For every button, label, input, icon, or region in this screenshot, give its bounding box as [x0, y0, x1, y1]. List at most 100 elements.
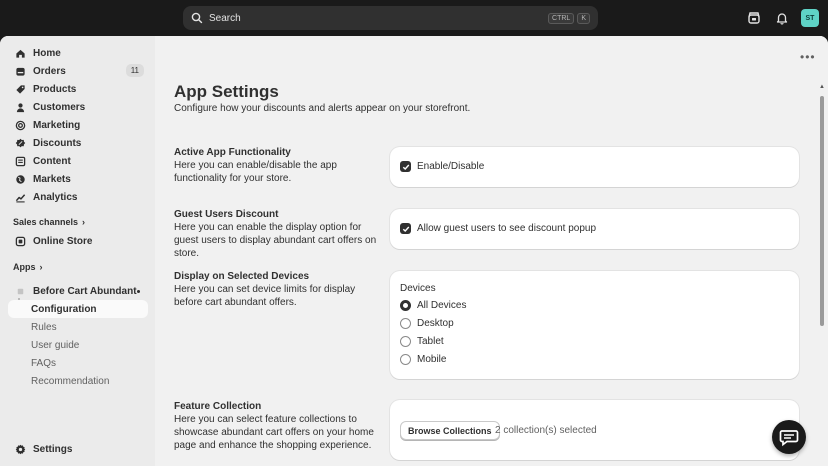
radio-label: Tablet — [417, 336, 444, 347]
radio-desktop[interactable]: Desktop — [400, 318, 454, 329]
sidebar-item-analytics[interactable]: Analytics — [8, 188, 148, 206]
top-bar: Search CTRL K ST — [0, 0, 828, 36]
scrollbar[interactable]: ▲ — [819, 84, 825, 326]
content-icon — [15, 156, 26, 166]
browse-collections-button[interactable]: Browse Collections — [400, 421, 500, 440]
gear-icon — [15, 444, 26, 454]
sidebar-item-label: Products — [33, 83, 77, 95]
app-icon — [17, 288, 24, 294]
page-subtitle: Configure how your discounts and alerts … — [174, 103, 471, 114]
radio-button[interactable] — [400, 336, 411, 347]
section-description: Here you can set device limits for displ… — [174, 284, 356, 308]
sidebar-item-discounts[interactable]: Discounts — [8, 134, 148, 152]
sidebar-item-label: Customers — [33, 101, 86, 113]
guest-users-checkbox[interactable]: Allow guest users to see discount popup — [400, 223, 596, 234]
radio-all-devices[interactable]: All Devices — [400, 300, 466, 311]
apps-label: Apps — [13, 262, 36, 272]
sidebar-item-settings[interactable]: Settings — [8, 440, 148, 458]
sidebar-subitem-faqs[interactable]: FAQs — [8, 354, 148, 372]
home-icon — [16, 49, 25, 58]
shortcut-k: K — [577, 12, 590, 24]
sidebar-item-home[interactable]: Home — [8, 44, 148, 62]
sidebar-subitem-user-guide[interactable]: User guide — [8, 336, 148, 354]
bell-icon[interactable] — [775, 11, 789, 25]
sidebar-item-products[interactable]: Products — [8, 80, 148, 98]
checkbox-checked[interactable] — [400, 223, 411, 234]
globe-icon — [16, 174, 25, 184]
section-description: Here you can select feature collections … — [174, 414, 374, 451]
shortcut-ctrl: CTRL — [548, 12, 575, 24]
more-actions-icon[interactable]: ••• — [800, 50, 816, 64]
search-icon — [191, 12, 203, 24]
feature-collection-card: Browse Collections 2 collection(s) selec… — [390, 400, 799, 460]
checkbox-label: Allow guest users to see discount popup — [417, 223, 596, 234]
sidebar-item-label: Content — [33, 155, 71, 167]
scroll-thumb[interactable] — [820, 96, 824, 326]
target-icon — [15, 120, 26, 130]
radio-label: Mobile — [417, 354, 447, 365]
sidebar-item-online-store[interactable]: Online Store — [8, 232, 148, 250]
sidebar-item-label: Before Cart Abundant — [33, 285, 137, 297]
radio-tablet[interactable]: Tablet — [400, 336, 444, 347]
collections-selected-text: 2 collection(s) selected — [495, 425, 597, 436]
app-status-dot — [137, 290, 140, 293]
search-placeholder: Search — [209, 12, 241, 24]
radio-mobile[interactable]: Mobile — [400, 354, 446, 365]
devices-card: Devices All Devices Desktop Tablet Mobil… — [390, 271, 799, 379]
sidebar-item-content[interactable]: Content — [8, 152, 148, 170]
sidebar-item-label: Markets — [33, 173, 71, 185]
checkbox-checked[interactable] — [400, 161, 411, 172]
main-content: ••• App Settings Configure how your disc… — [155, 36, 828, 466]
sidebar-item-label: Online Store — [33, 235, 93, 247]
chevron-right-icon: › — [39, 262, 43, 272]
tag-icon — [16, 84, 25, 94]
radio-button-selected[interactable] — [400, 300, 411, 311]
sidebar-subitem-configuration[interactable]: Configuration — [8, 300, 148, 318]
sales-channels-label: Sales channels — [13, 217, 79, 227]
section-heading: Active App Functionality — [174, 147, 291, 158]
avatar[interactable]: ST — [801, 9, 819, 27]
sidebar-item-customers[interactable]: Customers — [8, 98, 148, 116]
radio-button[interactable] — [400, 354, 411, 365]
section-guest-users-info: Guest Users Discount Here you can enable… — [174, 208, 379, 260]
sidebar: Home Orders 11 Products Customers Market… — [0, 36, 155, 466]
section-devices-info: Display on Selected Devices Here you can… — [174, 270, 379, 309]
sales-channels-heading[interactable]: Sales channels › — [13, 217, 85, 227]
page-title: App Settings — [174, 82, 279, 101]
enable-disable-checkbox[interactable]: Enable/Disable — [400, 161, 484, 172]
sidebar-item-orders[interactable]: Orders 11 — [8, 62, 148, 80]
guest-users-card: Allow guest users to see discount popup — [390, 209, 799, 249]
sidebar-item-app[interactable]: Before Cart Abundant — [8, 282, 148, 300]
store-icon[interactable] — [747, 11, 761, 25]
orders-icon — [16, 67, 25, 76]
sidebar-subitem-recommendation[interactable]: Recommendation — [8, 372, 148, 390]
person-icon — [16, 102, 25, 112]
discount-icon — [15, 138, 26, 147]
section-heading: Feature Collection — [174, 401, 262, 412]
sidebar-subitem-rules[interactable]: Rules — [8, 318, 148, 336]
chat-icon — [779, 430, 799, 447]
sidebar-item-label: Orders — [33, 65, 66, 77]
sidebar-item-label: Home — [33, 47, 61, 59]
chat-support-button[interactable] — [772, 420, 806, 454]
orders-count-badge: 11 — [125, 64, 144, 77]
sidebar-item-markets[interactable]: Markets — [8, 170, 148, 188]
apps-heading[interactable]: Apps › — [13, 262, 43, 272]
devices-group-label: Devices — [400, 283, 436, 294]
sidebar-item-label: Analytics — [33, 191, 78, 203]
sidebar-item-label: Marketing — [33, 119, 81, 131]
app-functionality-card: Enable/Disable — [390, 147, 799, 187]
sidebar-item-marketing[interactable]: Marketing — [8, 116, 148, 134]
section-description: Here you can enable/disable the app func… — [174, 160, 337, 184]
chevron-right-icon: › — [82, 217, 86, 227]
section-feature-collection-info: Feature Collection Here you can select f… — [174, 400, 379, 452]
online-store-icon — [15, 236, 26, 246]
search-bar[interactable]: Search CTRL K — [183, 6, 598, 30]
radio-label: Desktop — [417, 318, 454, 329]
radio-button[interactable] — [400, 318, 411, 329]
checkmark-icon — [402, 226, 409, 232]
scroll-up-arrow-icon[interactable]: ▲ — [819, 84, 825, 90]
checkmark-icon — [402, 164, 409, 170]
sidebar-item-label: Settings — [33, 443, 73, 455]
section-heading: Guest Users Discount — [174, 209, 279, 220]
